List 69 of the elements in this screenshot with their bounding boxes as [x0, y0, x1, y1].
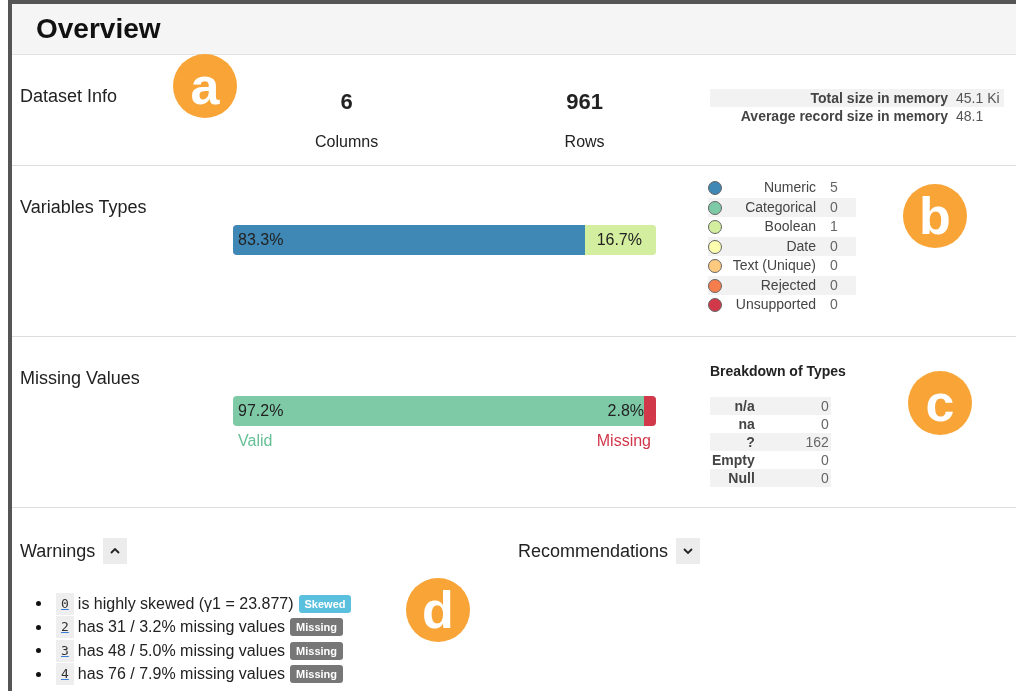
breakdown-count: 0: [756, 415, 831, 433]
bar-percentage: 2.8%: [607, 402, 644, 420]
column-link[interactable]: 3: [56, 639, 74, 662]
type-count: 0: [816, 275, 856, 295]
breakdown-label: Null: [710, 469, 757, 487]
warning-badge: Missing: [290, 618, 343, 637]
letter-marker: b: [903, 184, 967, 248]
bar-caption: Valid: [237, 432, 274, 450]
type-name: Numeric: [724, 178, 816, 198]
type-name: Boolean: [724, 217, 816, 237]
warning-badge: Skewed: [298, 594, 352, 613]
warning-text: has 31 / 3.2% missing values: [77, 618, 286, 637]
bar-caption: Missing: [595, 432, 652, 450]
bullet-icon: [36, 601, 41, 607]
letter-marker: d: [406, 578, 470, 642]
table-title: Breakdown of Types: [710, 363, 847, 379]
breakdown-count: 0: [756, 397, 831, 415]
type-count: 5: [816, 178, 856, 198]
type-name: Date: [724, 236, 816, 256]
breakdown-count: 0: [756, 469, 831, 487]
type-count: 1: [816, 217, 856, 237]
breakdown-label: na: [710, 415, 757, 433]
stat-label: Rows: [564, 133, 605, 151]
toggle-button[interactable]: [676, 538, 701, 564]
bullet-icon: [36, 624, 41, 630]
section-label: Missing Values: [20, 368, 140, 388]
memory-value: 45.1 Ki: [952, 89, 1004, 107]
bar-percentage: 97.2%: [238, 402, 284, 420]
letter-marker: c: [908, 371, 972, 435]
memory-value: 48.1: [952, 107, 1004, 125]
stat-value: 961: [566, 89, 603, 115]
bar-percentage: 83.3%: [238, 231, 284, 249]
page-title: Overview: [36, 13, 161, 45]
column-link[interactable]: 0: [56, 592, 74, 615]
type-name: Text (Unique): [724, 256, 816, 276]
chevron-up-icon: [110, 548, 121, 554]
section-label: Dataset Info: [20, 86, 118, 106]
type-count: 0: [816, 295, 856, 315]
warning-badge: Missing: [290, 665, 343, 684]
type-count: 0: [816, 197, 856, 217]
column-link[interactable]: 2: [56, 616, 74, 639]
warning-text: has 48 / 5.0% missing values: [77, 641, 286, 660]
breakdown-label: ?: [710, 433, 757, 451]
memory-label: Average record size in memory: [710, 107, 952, 125]
warning-text: is highly skewed (γ1 = 23.877): [77, 594, 294, 613]
type-name: Unsupported: [724, 295, 816, 315]
stat-value: 6: [340, 89, 353, 115]
type-name: Rejected: [724, 275, 816, 295]
breakdown-count: 162: [756, 433, 831, 451]
warning-text: has 76 / 7.9% missing values: [77, 665, 286, 684]
breakdown-label: Empty: [710, 451, 757, 469]
stat-label: Columns: [315, 133, 379, 151]
letter-marker: a: [173, 54, 237, 118]
breakdown-count: 0: [756, 451, 831, 469]
bar-percentage: 16.7%: [596, 231, 642, 249]
column-link[interactable]: 4: [56, 663, 74, 686]
type-count: 0: [816, 256, 856, 276]
bullet-icon: [36, 671, 41, 677]
type-count: 0: [816, 236, 856, 256]
section-label: Variables Types: [20, 197, 147, 217]
breakdown-label: n/a: [710, 397, 757, 415]
chevron-down-icon: [683, 548, 694, 554]
panel-heading: Recommendations: [518, 540, 669, 562]
memory-label: Total size in memory: [710, 89, 952, 107]
bullet-icon: [36, 648, 41, 654]
panel-heading: Warnings: [20, 540, 96, 562]
toggle-button[interactable]: [103, 538, 128, 564]
type-name: Categorical: [724, 197, 816, 217]
warning-badge: Missing: [290, 641, 343, 660]
